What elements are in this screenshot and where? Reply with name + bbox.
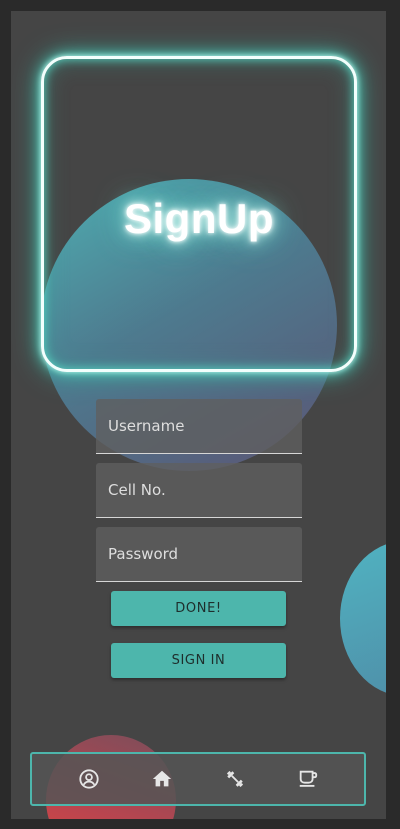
page-title: SignUp <box>124 195 274 242</box>
done-button[interactable]: DONE! <box>111 591 286 626</box>
cell-number-field <box>96 463 302 518</box>
password-input[interactable] <box>96 527 302 581</box>
nav-item-account[interactable] <box>69 759 109 799</box>
home-icon <box>152 770 171 787</box>
nav-item-home[interactable] <box>142 759 182 799</box>
account-circle-icon <box>78 769 99 789</box>
nav-item-fitness[interactable] <box>215 759 255 799</box>
cell-number-input[interactable] <box>96 463 302 517</box>
username-input[interactable] <box>96 399 302 453</box>
app-screen: SignUp DONE! SIGN IN <box>11 11 386 819</box>
fitness-icon <box>226 771 243 787</box>
password-field <box>96 527 302 582</box>
nav-item-coffee[interactable] <box>288 759 328 799</box>
coffee-icon <box>299 770 317 787</box>
username-field <box>96 399 302 454</box>
signup-header-card: SignUp <box>41 56 357 372</box>
bottom-navigation <box>30 752 366 806</box>
sign-in-button[interactable]: SIGN IN <box>111 643 286 678</box>
decorative-circle-right <box>340 541 386 696</box>
